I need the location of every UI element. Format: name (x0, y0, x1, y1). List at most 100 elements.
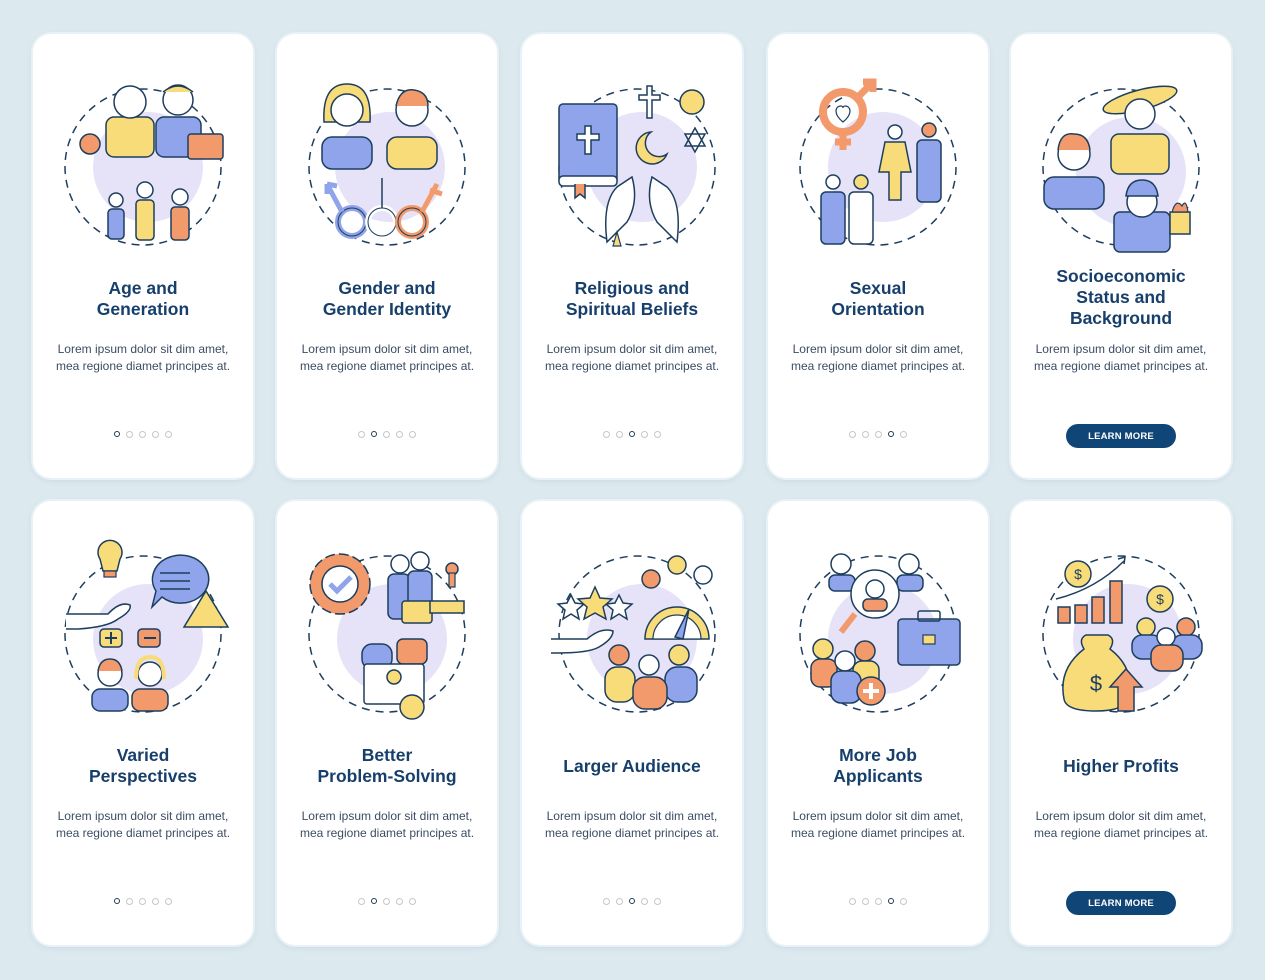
pagination-dot[interactable] (616, 898, 623, 905)
pagination-dot[interactable] (603, 431, 610, 438)
pagination-dot[interactable] (126, 431, 133, 438)
pagination-dots (277, 898, 497, 905)
onboarding-card-problem-solving: Better Problem-Solving Lorem ipsum dolor … (277, 501, 497, 945)
profits-illustration: $ $ $ (1042, 555, 1203, 713)
pagination-dot[interactable] (165, 431, 172, 438)
card-title: More Job Applicants (778, 745, 978, 787)
card-title: Gender and Gender Identity (287, 278, 487, 320)
pagination-dot[interactable] (875, 898, 882, 905)
pagination-dot-active[interactable] (888, 898, 894, 904)
pagination-dot[interactable] (616, 431, 623, 438)
card-description: Lorem ipsum dolor sit dim amet, mea regi… (55, 809, 231, 840)
card-title-line: Orientation (831, 299, 925, 319)
card-description: Lorem ipsum dolor sit dim amet, mea regi… (1033, 809, 1209, 840)
pagination-dot[interactable] (383, 431, 390, 438)
pagination-dot[interactable] (409, 898, 416, 905)
pagination-dot[interactable] (862, 431, 869, 438)
pagination-dots (33, 431, 253, 438)
card-title-line: Larger Audience (563, 756, 701, 776)
pagination-dots (768, 898, 988, 905)
card-title-line: Perspectives (89, 766, 197, 786)
card-description: Lorem ipsum dolor sit dim amet, mea regi… (299, 809, 475, 840)
card-title: Religious and Spiritual Beliefs (532, 278, 732, 320)
card-title-line: Problem-Solving (317, 766, 457, 786)
card-title-line: Generation (96, 299, 190, 319)
problem-solving-illustration (308, 551, 466, 720)
onboarding-card-larger-audience: Larger Audience Lorem ipsum dolor sit di… (522, 501, 742, 945)
card-title: Age and Generation (43, 278, 243, 320)
pagination-dot[interactable] (409, 431, 416, 438)
card-title-line: Status and (1076, 287, 1166, 307)
card-title: Higher Profits (1021, 756, 1221, 777)
sexual-orientation-illustration (799, 78, 957, 246)
pagination-dot[interactable] (849, 898, 856, 905)
pagination-dot[interactable] (396, 431, 403, 438)
pagination-dot[interactable] (152, 898, 159, 905)
pagination-dot[interactable] (139, 431, 146, 438)
card-title-line: Higher Profits (1063, 756, 1179, 776)
card-title-line: Applicants (833, 766, 923, 786)
card-description: Lorem ipsum dolor sit dim amet, mea regi… (544, 342, 720, 373)
pagination-dot[interactable] (641, 898, 648, 905)
pagination-dot-active[interactable] (629, 431, 635, 437)
pagination-dot[interactable] (152, 431, 159, 438)
job-applicants-illustration (799, 553, 961, 713)
card-title-line: Varied (116, 745, 170, 765)
card-title: Better Problem-Solving (287, 745, 487, 787)
card-description: Lorem ipsum dolor sit dim amet, mea regi… (790, 809, 966, 840)
pagination-dots (522, 898, 742, 905)
card-title-line: Spiritual Beliefs (565, 299, 699, 319)
onboarding-card-sexual-orientation: Sexual Orientation Lorem ipsum dolor sit … (768, 34, 988, 478)
card-title-line: Socioeconomic (1056, 266, 1186, 286)
pagination-dot-active[interactable] (888, 431, 894, 437)
perspectives-illustration (64, 539, 230, 713)
pagination-dot[interactable] (396, 898, 403, 905)
pagination-dot-active[interactable] (629, 898, 635, 904)
pagination-dot[interactable] (900, 898, 907, 905)
pagination-dot-active[interactable] (114, 898, 120, 904)
onboarding-card-gender-identity: Gender and Gender Identity Lorem ipsum do… (277, 34, 497, 478)
pagination-dots (33, 898, 253, 905)
card-title: Socioeconomic Status and Background (1021, 266, 1221, 329)
pagination-dot[interactable] (875, 431, 882, 438)
card-title-line: More Job (839, 745, 917, 765)
pagination-dot[interactable] (603, 898, 610, 905)
onboarding-card-age-generation: Age and Generation Lorem ipsum dolor sit … (33, 34, 253, 478)
pagination-dot[interactable] (654, 431, 661, 438)
pagination-dot[interactable] (165, 898, 172, 905)
pagination-dots (277, 431, 497, 438)
pagination-dot[interactable] (654, 898, 661, 905)
pagination-dot-active[interactable] (114, 431, 120, 437)
card-title-line: Gender Identity (322, 299, 452, 319)
religious-beliefs-illustration (558, 85, 716, 247)
pagination-dot[interactable] (126, 898, 133, 905)
onboarding-card-higher-profits: $ $ $ Higher Profits Lorem ipsum dolor s… (1011, 501, 1231, 945)
pagination-dot[interactable] (641, 431, 648, 438)
onboarding-card-socioeconomic: Socioeconomic Status and Background Lorem … (1011, 34, 1231, 478)
pagination-dot-active[interactable] (371, 898, 377, 904)
card-title-line: Religious and (574, 278, 690, 298)
onboarding-card-job-applicants: More Job Applicants Lorem ipsum dolor sit… (768, 501, 988, 945)
card-description: Lorem ipsum dolor sit dim amet, mea regi… (55, 342, 231, 373)
card-description: Lorem ipsum dolor sit dim amet, mea regi… (544, 809, 720, 840)
card-title-line: Age and (108, 278, 178, 298)
pagination-dot[interactable] (139, 898, 146, 905)
card-title: Larger Audience (532, 756, 732, 777)
learn-more-button[interactable]: LEARN MORE (1066, 891, 1176, 915)
pagination-dot[interactable] (849, 431, 856, 438)
pagination-dot[interactable] (358, 898, 365, 905)
pagination-dot[interactable] (383, 898, 390, 905)
gender-identity-illustration (308, 83, 466, 246)
svg-text:$: $ (1074, 566, 1082, 582)
card-description: Lorem ipsum dolor sit dim amet, mea regi… (299, 342, 475, 373)
card-title-line: Better (361, 745, 413, 765)
card-title-line: Sexual (849, 278, 907, 298)
pagination-dot[interactable] (900, 431, 907, 438)
pagination-dot[interactable] (862, 898, 869, 905)
pagination-dot[interactable] (358, 431, 365, 438)
learn-more-button[interactable]: LEARN MORE (1066, 424, 1176, 448)
pagination-dot-active[interactable] (371, 431, 377, 437)
svg-text:$: $ (1156, 591, 1164, 607)
card-title-line: Background (1069, 308, 1173, 328)
card-title: Varied Perspectives (43, 745, 243, 787)
